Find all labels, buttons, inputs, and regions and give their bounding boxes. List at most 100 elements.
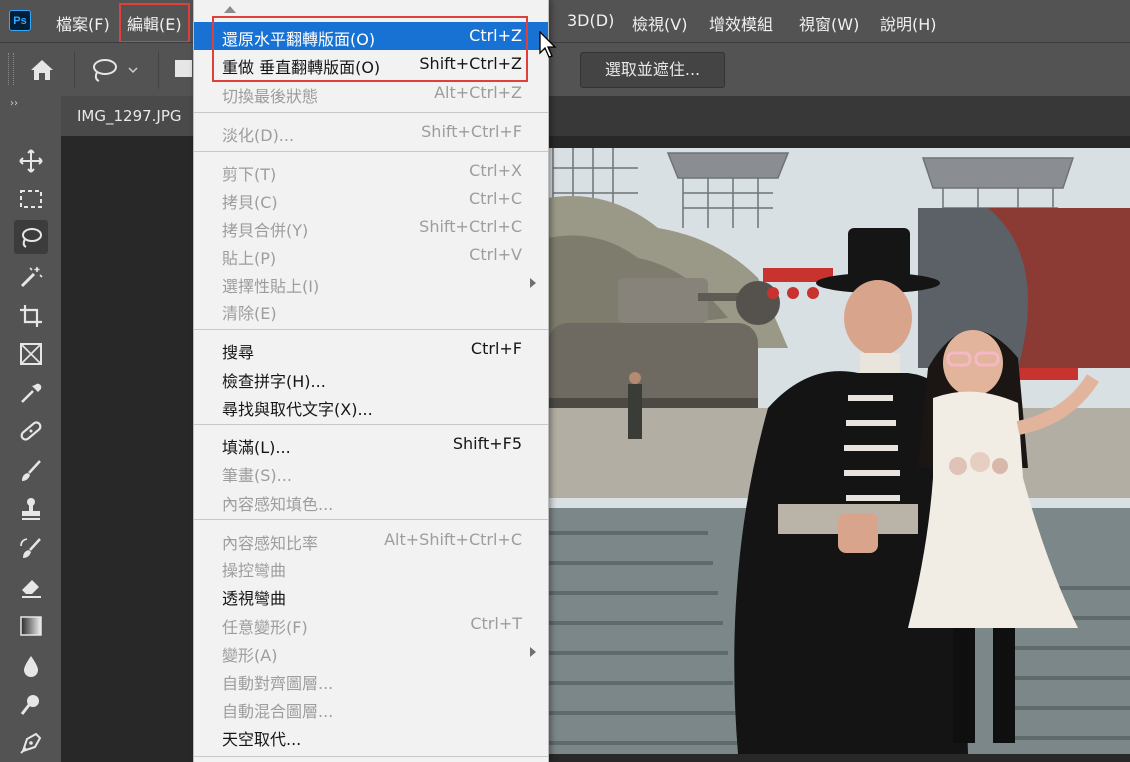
menu-item-perspective-warp[interactable]: 透視彎曲 xyxy=(194,581,548,609)
menu-item-shortcut: Shift+Ctrl+F xyxy=(421,122,522,141)
menu-separator xyxy=(194,756,548,757)
eyedropper-tool[interactable] xyxy=(14,376,48,410)
brush-tool[interactable] xyxy=(14,454,48,488)
menu-item-paste-special[interactable]: 選擇性貼上(I) xyxy=(194,269,548,297)
menu-file[interactable]: 檔案(F) xyxy=(56,11,110,35)
menu-item-find-replace[interactable]: 尋找與取代文字(X)... xyxy=(194,392,548,420)
move-tool[interactable] xyxy=(14,144,48,178)
eraser-tool[interactable] xyxy=(14,570,48,604)
menu-item-label: 自動混合圖層... xyxy=(222,702,334,721)
tools-panel: ›› xyxy=(0,96,62,762)
menu-item-check-spelling[interactable]: 檢查拼字(H)... xyxy=(194,364,548,392)
menu-item-shortcut: Ctrl+C xyxy=(468,189,522,208)
document-tab[interactable]: IMG_1297.JPG xyxy=(61,96,201,136)
history-brush-tool[interactable] xyxy=(14,532,48,566)
menu-item-stroke[interactable]: 筆畫(S)... xyxy=(194,458,548,486)
menu-item-shortcut: Ctrl+X xyxy=(469,161,522,180)
submenu-arrow-icon xyxy=(530,647,536,657)
menu-item-shortcut: Alt+Shift+Ctrl+C xyxy=(384,530,522,549)
frame-tool[interactable] xyxy=(14,337,48,371)
blur-icon xyxy=(24,656,38,677)
menu-separator xyxy=(194,112,548,113)
menu-item-copy[interactable]: 拷貝(C) Ctrl+C xyxy=(194,185,548,213)
photo-illustration xyxy=(548,148,1130,754)
menu-item-copy-merged[interactable]: 拷貝合併(Y) Shift+Ctrl+C xyxy=(194,213,548,241)
menu-separator xyxy=(194,329,548,330)
menu-item-label: 拷貝(C) xyxy=(222,193,278,212)
menu-item-label: 清除(E) xyxy=(222,304,277,323)
new-selection-mode-icon[interactable] xyxy=(175,60,192,77)
menu-item-free-transform[interactable]: 任意變形(F) Ctrl+T xyxy=(194,610,548,638)
menu-item-label: 任意變形(F) xyxy=(222,618,308,637)
menu-separator xyxy=(194,424,548,425)
clone-stamp-tool[interactable] xyxy=(14,492,48,526)
menu-item-content-aware-fill[interactable]: 內容感知填色... xyxy=(194,487,548,515)
menu-item-puppet-warp[interactable]: 操控彎曲 xyxy=(194,553,548,581)
menu-item-auto-blend-layers[interactable]: 自動混合圖層... xyxy=(194,694,548,722)
document-tab-title: IMG_1297.JPG xyxy=(77,107,182,125)
document-image[interactable] xyxy=(548,148,1130,754)
lasso-tool[interactable] xyxy=(14,220,48,254)
menu-help[interactable]: 說明(H) xyxy=(880,11,937,35)
menu-bar: Ps 檔案(F) 編輯(E) 3D(D) 檢視(V) 增效模組 視窗(W) 說明… xyxy=(0,0,1130,43)
menu-item-label: 填滿(L)... xyxy=(222,438,291,457)
menu-3d[interactable]: 3D(D) xyxy=(567,11,614,30)
menu-item-shortcut: Shift+F5 xyxy=(452,434,522,453)
menu-item-shortcut: Alt+Ctrl+Z xyxy=(434,83,522,102)
menu-item-paste[interactable]: 貼上(P) Ctrl+V xyxy=(194,241,548,269)
mouse-cursor-icon xyxy=(539,31,557,58)
menu-item-toggle-last-state[interactable]: 切換最後狀態 Alt+Ctrl+Z xyxy=(194,79,548,107)
menu-item-label: 變形(A) xyxy=(222,646,278,665)
options-bar-grip[interactable] xyxy=(8,53,14,85)
tool-preset-picker[interactable] xyxy=(90,55,140,85)
menu-item-label: 切換最後狀態 xyxy=(222,87,319,106)
menu-item-shortcut: Ctrl+V xyxy=(469,245,522,264)
menu-item-label: 內容感知填色... xyxy=(222,495,334,514)
dodge-tool[interactable] xyxy=(14,688,48,722)
menu-plugins[interactable]: 增效模組 xyxy=(709,11,773,35)
menu-item-transform[interactable]: 變形(A) xyxy=(194,638,548,666)
menu-item-label: 天空取代... xyxy=(222,730,302,749)
menu-item-label: 搜尋 xyxy=(222,343,255,362)
clone-stamp-icon xyxy=(22,498,40,520)
eraser-icon xyxy=(22,580,41,598)
menu-item-label: 內容感知比率 xyxy=(222,534,319,553)
menu-item-cut[interactable]: 剪下(T) Ctrl+X xyxy=(194,157,548,185)
menu-item-clear[interactable]: 清除(E) xyxy=(194,296,548,324)
menu-window[interactable]: 視窗(W) xyxy=(799,11,859,35)
menu-item-fill[interactable]: 填滿(L)... Shift+F5 xyxy=(194,430,548,458)
menu-item-sky-replacement[interactable]: 天空取代... xyxy=(194,722,548,750)
menu-item-shortcut: Shift+Ctrl+C xyxy=(419,217,522,236)
magic-wand-tool[interactable] xyxy=(14,260,48,294)
gradient-tool[interactable] xyxy=(14,609,48,643)
menu-item-label: 檢查拼字(H)... xyxy=(222,372,326,391)
menu-item-search[interactable]: 搜尋 Ctrl+F xyxy=(194,335,548,363)
menu-item-auto-align-layers[interactable]: 自動對齊圖層... xyxy=(194,666,548,694)
select-and-mask-button[interactable]: 選取並遮住... xyxy=(580,52,725,88)
move-icon xyxy=(19,149,43,173)
menu-item-label: 透視彎曲 xyxy=(222,589,287,608)
home-icon xyxy=(31,60,53,80)
magic-wand-icon xyxy=(20,267,43,288)
menu-item-content-aware-scale[interactable]: 內容感知比率 Alt+Shift+Ctrl+C xyxy=(194,526,548,554)
menu-separator xyxy=(194,519,548,520)
pen-tool[interactable] xyxy=(14,726,48,760)
menu-item-shortcut: Ctrl+T xyxy=(470,614,522,633)
lasso-icon xyxy=(22,228,42,248)
menu-item-fade[interactable]: 淡化(D)... Shift+Ctrl+F xyxy=(194,118,548,146)
separator xyxy=(158,51,159,89)
annotation-highlight-box xyxy=(212,16,528,82)
collapse-panel-icon[interactable]: ›› xyxy=(10,98,18,109)
pen-icon xyxy=(20,732,42,754)
history-brush-icon xyxy=(20,538,41,558)
gradient-icon xyxy=(20,616,42,636)
home-button[interactable] xyxy=(26,55,58,85)
dodge-icon xyxy=(20,695,39,715)
healing-brush-tool[interactable] xyxy=(14,414,48,448)
crop-tool[interactable] xyxy=(14,299,48,333)
menu-item-label: 自動對齊圖層... xyxy=(222,674,334,693)
menu-view[interactable]: 檢視(V) xyxy=(632,11,687,35)
marquee-tool[interactable] xyxy=(14,182,48,216)
menu-edit[interactable]: 編輯(E) xyxy=(119,3,190,43)
blur-tool[interactable] xyxy=(14,649,48,683)
